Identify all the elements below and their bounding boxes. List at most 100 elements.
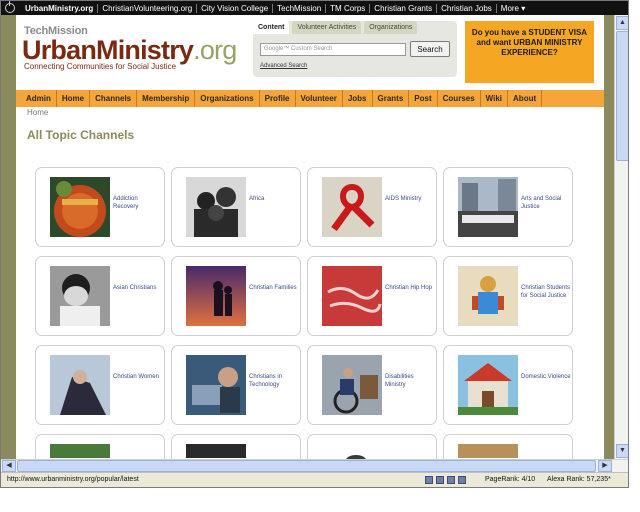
topbar-link-christianvolunteering[interactable]: ChristianVolunteering.org [98, 3, 198, 13]
browser-window: UrbanMinistry.org ChristianVolunteering.… [0, 0, 629, 488]
channel-card-disabilities-ministry[interactable]: Disabilities Ministry [307, 345, 437, 425]
nav-admin[interactable]: Admin [16, 90, 57, 107]
topbar-link-techmission[interactable]: TechMission [273, 3, 327, 13]
grid-icon[interactable] [436, 476, 444, 484]
student-visa-ad-banner[interactable]: Do you have a STUDENT VISA and want URBA… [465, 21, 594, 83]
nav-volunteer[interactable]: Volunteer [296, 90, 343, 107]
channel-label[interactable]: Addiction Recovery [113, 196, 163, 211]
house-photo[interactable] [458, 355, 518, 415]
family-silhouette-photo[interactable] [186, 266, 246, 326]
pagerank-readout: PageRank: 4/10 [485, 476, 536, 483]
nav-wiki[interactable]: Wiki [481, 90, 509, 107]
channel-card-africa[interactable]: Africa [171, 167, 301, 247]
nav-membership[interactable]: Membership [137, 90, 196, 107]
channel-label[interactable]: Christian Women [113, 374, 163, 382]
wheelchair-photo[interactable] [322, 355, 382, 415]
channel-label[interactable]: Disabilities Ministry [385, 374, 435, 389]
nav-profile[interactable]: Profile [260, 90, 296, 107]
horizontal-scroll-thumb[interactable] [17, 460, 596, 472]
page-viewport: TechMission UrbanMinistry.org Connecting… [1, 15, 614, 459]
channel-photo[interactable] [186, 444, 246, 459]
aids-ribbon-photo[interactable] [322, 177, 382, 237]
page-title: All Topic Channels [27, 128, 135, 142]
channel-card-arts-social-justice[interactable]: Arts and Social Justice [443, 167, 573, 247]
channel-label[interactable]: Christian Hip Hop [385, 285, 435, 293]
channel-label[interactable]: Arts and Social Justice [521, 196, 571, 211]
channel-label[interactable]: AIDS Ministry [385, 196, 435, 204]
channel-card-row4[interactable] [307, 434, 437, 459]
search-panel: Content Volunteer Activities Organizatio… [253, 21, 457, 77]
channel-card-aids-ministry[interactable]: AIDS Ministry [307, 167, 437, 247]
topbar-link-city-vision-college[interactable]: City Vision College [197, 3, 274, 13]
main-nav: Admin Home Channels Membership Organizat… [16, 90, 604, 107]
nav-post[interactable]: Post [409, 90, 438, 107]
nav-home[interactable]: Home [57, 90, 91, 107]
nav-organizations[interactable]: Organizations [195, 90, 260, 107]
topbar-link-tm-corps[interactable]: TM Corps [326, 3, 371, 13]
channel-card-christian-hip-hop[interactable]: Christian Hip Hop [307, 256, 437, 336]
channel-card-christian-families[interactable]: Christian Families [171, 256, 301, 336]
nav-grants[interactable]: Grants [373, 90, 410, 107]
channel-photo[interactable] [50, 444, 110, 459]
channel-label[interactable]: Christian Families [249, 285, 299, 293]
logo-urbanministry-text: UrbanMinistry [22, 35, 194, 65]
tab-content[interactable]: Content [253, 21, 290, 34]
scroll-down-arrow-icon[interactable]: ▼ [616, 444, 628, 458]
channel-card-addiction-recovery[interactable]: Addiction Recovery [35, 167, 165, 247]
nav-channels[interactable]: Channels [90, 90, 138, 107]
alexa-rank-readout: Alexa Rank: 57,235* [547, 476, 611, 483]
search-button[interactable]: Search [410, 41, 450, 57]
layout-icon[interactable] [425, 476, 433, 484]
channel-grid: Addiction Recovery Africa AIDS Ministry [35, 167, 581, 459]
channel-label[interactable]: Africa [249, 196, 299, 204]
search-input[interactable]: Google™ Custom Search [260, 43, 406, 56]
africa-photo[interactable] [186, 177, 246, 237]
channel-label[interactable]: Christian Students for Social Justice [521, 285, 571, 300]
scroll-right-arrow-icon[interactable]: ▶ [598, 460, 612, 472]
channel-card-domestic-violence[interactable]: Domestic Violence [443, 345, 573, 425]
scroll-left-arrow-icon[interactable]: ◀ [2, 460, 16, 472]
channel-photo[interactable] [322, 444, 382, 459]
vertical-scrollbar[interactable]: ▲ ▼ [614, 15, 628, 459]
channel-card-christian-students[interactable]: Christian Students for Social Justice [443, 256, 573, 336]
technology-photo[interactable] [186, 355, 246, 415]
graffiti-wall-photo[interactable] [458, 177, 518, 237]
students-art-photo[interactable] [458, 266, 518, 326]
status-icons [425, 476, 466, 484]
asian-child-photo[interactable] [50, 266, 110, 326]
status-url: http://www.urbanministry.org/popular/lat… [7, 476, 139, 483]
channel-card-christian-women[interactable]: Christian Women [35, 345, 165, 425]
search-tabs: Content Volunteer Activities Organizatio… [253, 21, 420, 34]
tab-organizations[interactable]: Organizations [364, 21, 418, 34]
channel-photo[interactable] [458, 444, 518, 459]
globe-icon[interactable] [458, 476, 466, 484]
hip-hop-graffiti-photo[interactable] [322, 266, 382, 326]
nav-courses[interactable]: Courses [438, 90, 481, 107]
channel-card-row4[interactable] [35, 434, 165, 459]
page-content: TechMission UrbanMinistry.org Connecting… [16, 15, 604, 459]
channel-label[interactable]: Domestic Violence [521, 374, 571, 382]
channel-card-row4[interactable] [171, 434, 301, 459]
power-icon [5, 1, 15, 13]
topbar-link-urbanministry[interactable]: UrbanMinistry.org [21, 3, 99, 13]
advanced-search-link[interactable]: Advanced Search [260, 63, 307, 69]
channel-card-christians-in-technology[interactable]: Christians in Technology [171, 345, 301, 425]
channel-card-asian-christians[interactable]: Asian Christians [35, 256, 165, 336]
nav-jobs[interactable]: Jobs [343, 90, 373, 107]
scroll-up-arrow-icon[interactable]: ▲ [616, 16, 628, 30]
addiction-recovery-photo[interactable] [50, 177, 110, 237]
christian-woman-photo[interactable] [50, 355, 110, 415]
topbar-link-christian-grants[interactable]: Christian Grants [370, 3, 438, 13]
vertical-scroll-thumb[interactable] [616, 31, 628, 161]
tab-volunteer-activities[interactable]: Volunteer Activities [292, 21, 362, 34]
page-icon[interactable] [447, 476, 455, 484]
horizontal-scrollbar[interactable]: ◀ ▶ [1, 459, 628, 472]
channel-card-row4[interactable] [443, 434, 573, 459]
nav-about[interactable]: About [508, 90, 543, 107]
breadcrumb[interactable]: Home [27, 108, 48, 117]
topbar-link-more[interactable]: More ▾ [497, 4, 529, 13]
channel-label[interactable]: Christians in Technology [249, 374, 299, 389]
topbar-link-christian-jobs[interactable]: Christian Jobs [437, 3, 497, 13]
logo-org-text: .org [193, 35, 237, 65]
channel-label[interactable]: Asian Christians [113, 285, 163, 293]
